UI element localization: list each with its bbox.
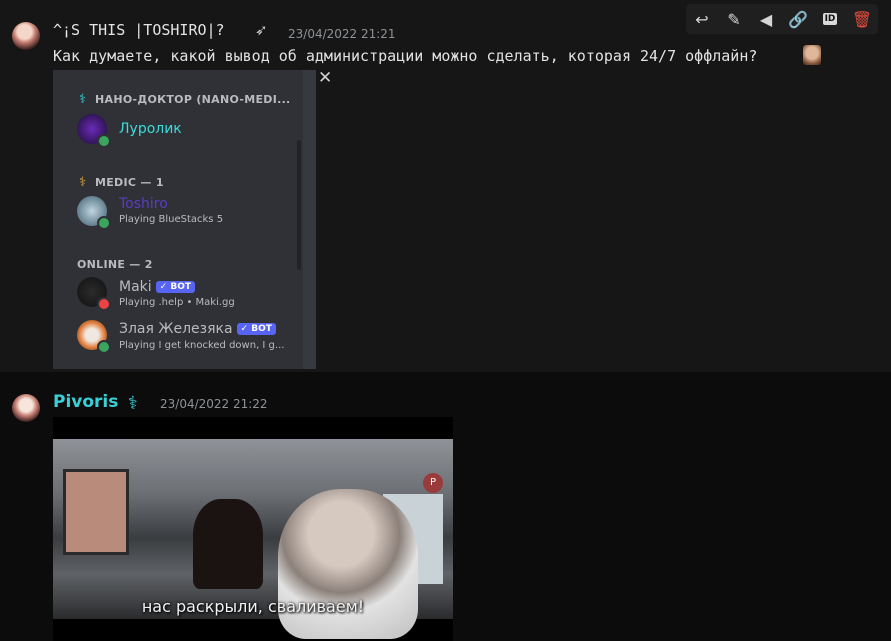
message-timestamp: 23/04/2022 21:22 [160,397,268,411]
message-timestamp: 23/04/2022 21:21 [288,27,396,41]
tag-icon[interactable]: ◀ [750,4,782,34]
passenger [193,499,263,589]
dnd-status-icon [97,297,111,311]
embed-right-strip [303,70,316,369]
embed-scrollbar [297,140,301,270]
category-label: MEDIC — 1 [95,176,164,189]
feather-badge-icon: ➶ [255,21,268,39]
bot-badge: ✓ BOT [155,281,195,293]
message-1: ^¡S THIS |TOSHIRO|? ➶ 23/04/2022 21:21 К… [0,0,891,372]
van-window [63,469,129,555]
reply-icon[interactable]: ↩ [686,4,718,34]
category-icon: ⚕ [79,92,87,107]
category-icon: ⚕ [79,175,87,190]
link-icon[interactable]: 🔗 [782,4,814,34]
message-author[interactable]: Pivoris [53,392,118,412]
message-toolbar: ↩ ✎ ◀ 🔗 ID 🗑 [686,4,878,34]
member-status: Playing BlueStacks 5 [119,214,224,225]
close-icon[interactable]: ✕ [318,68,332,88]
member-status: Playing I get knocked down, I g... [119,340,285,351]
online-status-icon [97,216,111,230]
channel-logo-icon: P [423,473,443,493]
avatar[interactable] [12,22,40,50]
message-author[interactable]: ^¡S THIS |TOSHIRO|? [53,21,225,39]
online-status-icon [97,134,111,148]
avatar[interactable] [12,394,40,422]
category-label: НАНО-ДОКТОР (NANO-MEDI... [95,93,291,106]
video-player[interactable]: P нас раскрыли, сваливаем! [53,417,453,641]
online-status-icon [97,340,111,354]
member-status: Playing .help • Maki.gg [119,297,235,308]
edit-icon[interactable]: ✎ [718,4,750,34]
face-emoji-icon [803,45,821,65]
video-subtitle: нас раскрыли, сваливаем! [141,597,365,616]
member-name[interactable]: Maki ✓ BOT [119,279,195,295]
member-name[interactable]: Toshiro [119,196,168,212]
delete-icon[interactable]: 🗑 [846,4,878,34]
category-label: ONLINE — 2 [77,258,153,271]
id-icon[interactable]: ID [814,4,846,34]
bot-badge: ✓ BOT [236,323,276,335]
member-name[interactable]: Злая Железяка ✓ BOT [119,321,276,337]
video-frame: P [53,439,453,639]
passenger [278,489,418,639]
message-text: Как думаете, какой вывод об администраци… [53,47,758,65]
embedded-screenshot[interactable]: ⚕ НАНО-ДОКТОР (NANO-MEDI... Луролик ⚕ ME… [53,70,316,369]
member-name[interactable]: Луролик [119,121,182,137]
medic-badge-icon: ⚕ [128,393,138,414]
